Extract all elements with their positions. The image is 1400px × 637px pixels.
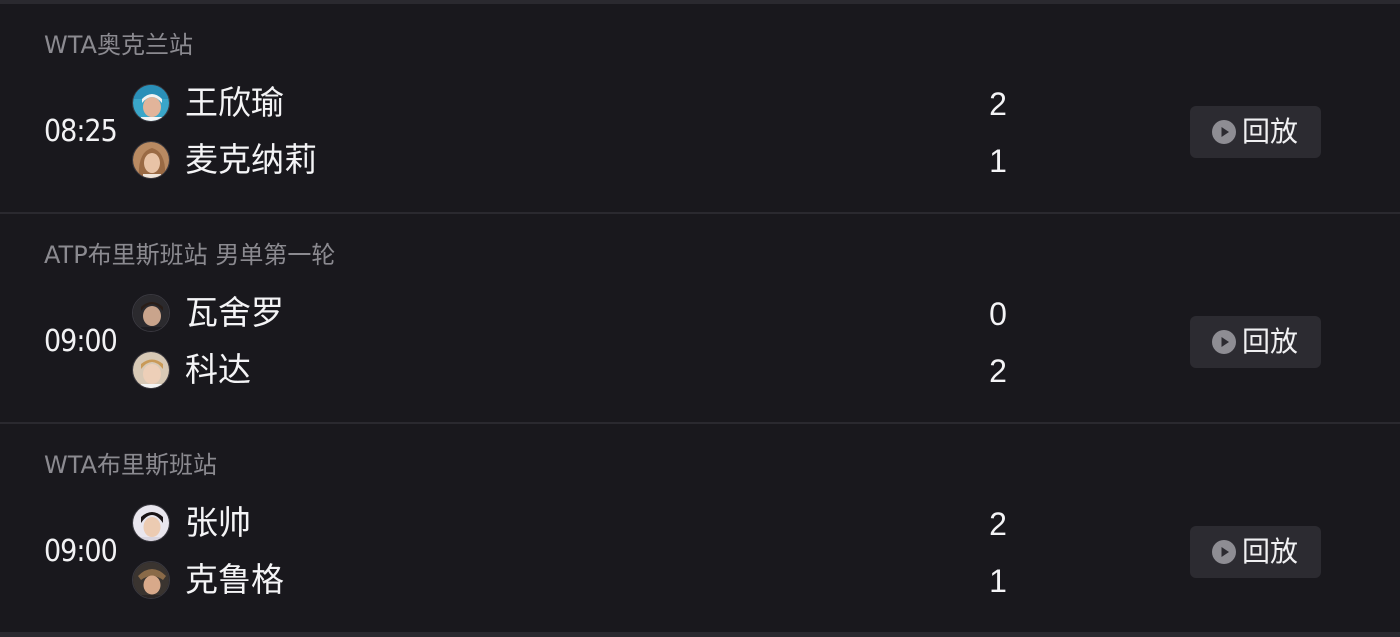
match-card[interactable]: WTA布里斯班站 09:00 张帅 2 克鲁格 1 回放 <box>0 424 1400 632</box>
match-list: WTA奥克兰站 08:25 王欣瑜 2 麦克纳莉 1 回放 ATP布里斯班站 男… <box>0 0 1400 637</box>
player-row: 科达 2 <box>132 350 1032 391</box>
match-card[interactable]: WTA奥克兰站 08:25 王欣瑜 2 麦克纳莉 1 回放 <box>0 4 1400 212</box>
player-row: 瓦舍罗 0 <box>132 293 1032 334</box>
player-row: 王欣瑜 2 <box>132 83 1032 124</box>
player-row: 克鲁格 1 <box>132 560 1032 601</box>
row-divider <box>0 632 1400 637</box>
replay-button[interactable]: 回放 <box>1190 316 1321 368</box>
player-name: 科达 <box>185 350 251 389</box>
player-name: 麦克纳莉 <box>185 140 317 179</box>
tournament-name: WTA奥克兰站 <box>44 31 193 59</box>
player-score: 1 <box>989 143 1007 179</box>
play-circle-icon <box>1212 330 1236 354</box>
player-score: 1 <box>989 563 1007 599</box>
player-avatar <box>132 294 170 332</box>
player-row: 张帅 2 <box>132 503 1032 544</box>
player-avatar <box>132 141 170 179</box>
player-score: 2 <box>989 506 1007 542</box>
match-time: 09:00 <box>44 534 118 569</box>
replay-label: 回放 <box>1242 325 1299 358</box>
player-avatar <box>132 351 170 389</box>
player-name: 克鲁格 <box>185 560 284 599</box>
player-row: 麦克纳莉 1 <box>132 140 1032 181</box>
match-time: 08:25 <box>44 114 118 149</box>
tournament-name: WTA布里斯班站 <box>44 451 217 479</box>
tournament-name: ATP布里斯班站 男单第一轮 <box>44 241 336 269</box>
match-card[interactable]: ATP布里斯班站 男单第一轮 09:00 瓦舍罗 0 科达 2 回放 <box>0 214 1400 422</box>
player-name: 王欣瑜 <box>185 83 284 122</box>
replay-label: 回放 <box>1242 115 1299 148</box>
play-circle-icon <box>1212 120 1236 144</box>
player-avatar <box>132 84 170 122</box>
player-score: 2 <box>989 353 1007 389</box>
play-circle-icon <box>1212 540 1236 564</box>
player-avatar <box>132 504 170 542</box>
replay-button[interactable]: 回放 <box>1190 526 1321 578</box>
player-name: 张帅 <box>185 503 251 542</box>
player-score: 2 <box>989 86 1007 122</box>
player-avatar <box>132 561 170 599</box>
player-score: 0 <box>989 296 1007 332</box>
match-time: 09:00 <box>44 324 118 359</box>
replay-label: 回放 <box>1242 535 1299 568</box>
player-name: 瓦舍罗 <box>185 293 284 332</box>
replay-button[interactable]: 回放 <box>1190 106 1321 158</box>
